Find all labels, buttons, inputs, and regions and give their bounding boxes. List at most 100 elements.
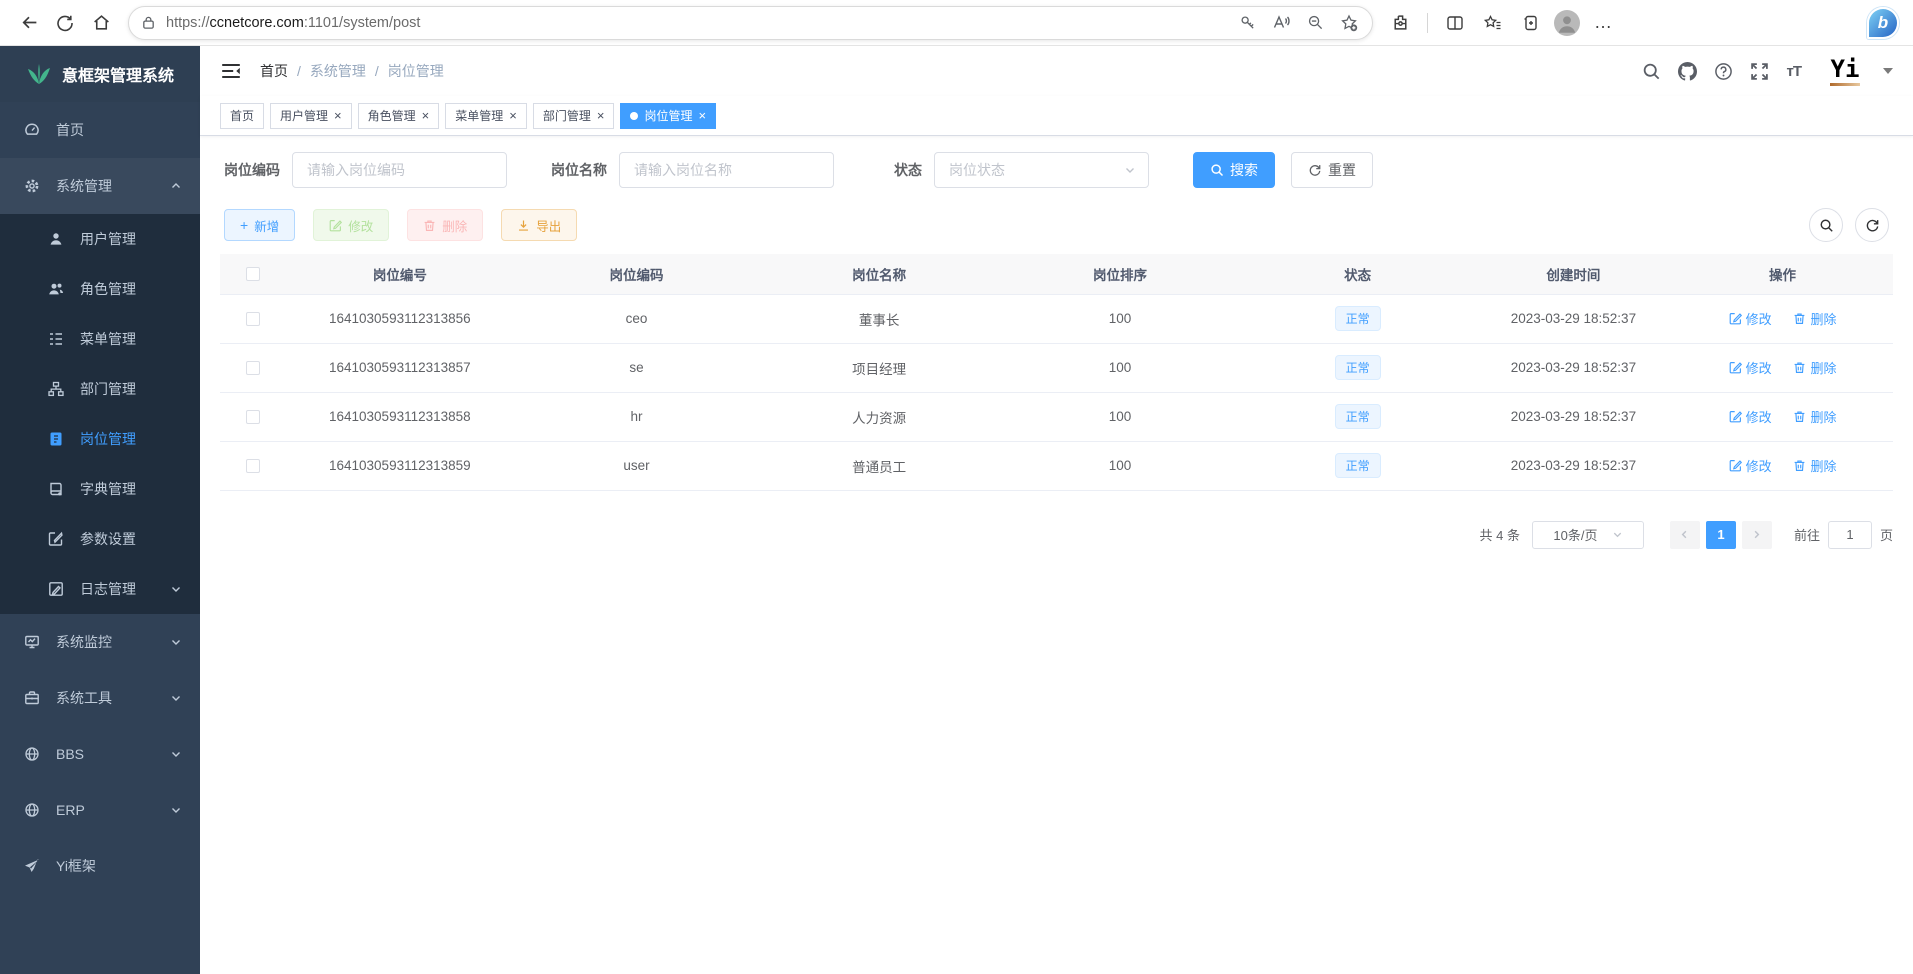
page-number-1[interactable]: 1: [1706, 521, 1736, 549]
add-button[interactable]: + 新增: [224, 209, 295, 241]
tab-role-management[interactable]: 角色管理 ×: [358, 103, 440, 129]
post-code-label: 岗位编码: [224, 160, 280, 180]
sidebar-item-logs[interactable]: 日志管理: [0, 564, 200, 614]
refresh-icon[interactable]: [50, 8, 80, 38]
sidebar-item-monitoring[interactable]: 系统监控: [0, 614, 200, 670]
row-delete-link[interactable]: 删除: [1793, 358, 1836, 377]
tab-close-icon[interactable]: ×: [334, 109, 342, 122]
sidebar-item-roles[interactable]: 角色管理: [0, 264, 200, 314]
sidebar-item-posts[interactable]: 岗位管理: [0, 414, 200, 464]
col-post-id: 岗位编号: [285, 254, 514, 294]
row-edit-link[interactable]: 修改: [1729, 456, 1772, 475]
sidebar-item-tools[interactable]: 系统工具: [0, 670, 200, 726]
sidebar-item-dictionary[interactable]: 字典管理: [0, 464, 200, 514]
tab-close-icon[interactable]: ×: [698, 109, 706, 122]
refresh-table-button[interactable]: [1855, 208, 1889, 242]
row-edit-link[interactable]: 修改: [1729, 407, 1772, 426]
row-delete-link[interactable]: 删除: [1793, 407, 1836, 426]
collections-icon[interactable]: [1516, 8, 1546, 38]
paper-plane-icon: [24, 858, 40, 874]
read-aloud-icon[interactable]: [1266, 8, 1296, 38]
copilot-icon[interactable]: b: [1867, 7, 1899, 39]
password-key-icon[interactable]: [1232, 8, 1262, 38]
search-button[interactable]: 搜索: [1193, 152, 1275, 188]
app-logo[interactable]: 意框架管理系统: [0, 46, 200, 102]
sidebar-item-home[interactable]: 首页: [0, 102, 200, 158]
tab-label: 首页: [230, 107, 254, 124]
tab-close-icon[interactable]: ×: [422, 109, 430, 122]
col-created: 创建时间: [1475, 254, 1672, 294]
table-row: 1641030593112313858 hr 人力资源 100 正常 2023-…: [220, 392, 1893, 441]
row-delete-link[interactable]: 删除: [1793, 309, 1836, 328]
tab-user-management[interactable]: 用户管理 ×: [270, 103, 352, 129]
row-checkbox[interactable]: [246, 312, 260, 326]
profile-avatar[interactable]: [1554, 10, 1580, 36]
home-icon[interactable]: [86, 8, 116, 38]
tab-home[interactable]: 首页: [220, 103, 264, 129]
row-edit-link[interactable]: 修改: [1729, 358, 1772, 377]
back-icon[interactable]: [14, 8, 44, 38]
sidebar-item-system[interactable]: 系统管理: [0, 158, 200, 214]
export-button[interactable]: 导出: [501, 209, 577, 241]
sidebar-item-departments[interactable]: 部门管理: [0, 364, 200, 414]
select-all-checkbox[interactable]: [246, 267, 260, 281]
sidebar-item-parameters[interactable]: 参数设置: [0, 514, 200, 564]
prev-page-button[interactable]: [1670, 521, 1700, 549]
sidebar-collapse-icon[interactable]: [220, 60, 242, 82]
sidebar-item-users[interactable]: 用户管理: [0, 214, 200, 264]
sidebar-item-erp[interactable]: ERP: [0, 782, 200, 838]
tab-post-management[interactable]: 岗位管理 ×: [620, 103, 716, 129]
tab-dept-management[interactable]: 部门管理 ×: [533, 103, 615, 129]
more-menu-icon[interactable]: …: [1588, 8, 1618, 38]
fullscreen-icon[interactable]: [1750, 62, 1769, 81]
sidebar-item-yi-framework[interactable]: Yi框架: [0, 838, 200, 894]
next-page-button[interactable]: [1742, 521, 1772, 549]
edit-icon: [329, 219, 342, 232]
tab-close-icon[interactable]: ×: [509, 109, 517, 122]
row-checkbox[interactable]: [246, 361, 260, 375]
user-avatar[interactable]: Yi: [1826, 52, 1864, 90]
github-icon[interactable]: [1678, 62, 1697, 81]
add-favorite-icon[interactable]: [1334, 8, 1364, 38]
active-tab-dot: [630, 112, 638, 120]
delete-button[interactable]: 删除: [407, 209, 483, 241]
chevron-up-icon: [170, 180, 182, 192]
tab-menu-management[interactable]: 菜单管理 ×: [445, 103, 527, 129]
sidebar-item-bbs[interactable]: BBS: [0, 726, 200, 782]
post-name-input[interactable]: [619, 152, 834, 188]
extensions-icon[interactable]: [1385, 8, 1415, 38]
help-icon[interactable]: [1714, 62, 1733, 81]
post-badge-icon: [48, 431, 64, 447]
plant-logo-icon: [26, 63, 52, 85]
chevron-right-icon: [1751, 529, 1762, 540]
col-post-name: 岗位名称: [759, 254, 1000, 294]
header-search-icon[interactable]: [1642, 62, 1661, 81]
col-actions: 操作: [1672, 254, 1893, 294]
breadcrumb-home[interactable]: 首页: [260, 61, 288, 81]
address-bar[interactable]: https://ccnetcore.com:1101/system/post: [128, 6, 1373, 40]
tab-close-icon[interactable]: ×: [597, 109, 605, 122]
status-select[interactable]: 岗位状态: [934, 152, 1149, 188]
sidebar-item-label: 系统监控: [56, 632, 154, 652]
edit-button[interactable]: 修改: [313, 209, 389, 241]
row-checkbox[interactable]: [246, 410, 260, 424]
row-edit-link[interactable]: 修改: [1729, 309, 1772, 328]
sidebar-item-menus[interactable]: 菜单管理: [0, 314, 200, 364]
zoom-out-icon[interactable]: [1300, 8, 1330, 38]
goto-page-input[interactable]: [1828, 521, 1872, 549]
search-button-label: 搜索: [1230, 160, 1258, 180]
toggle-search-button[interactable]: [1809, 208, 1843, 242]
page-size-select[interactable]: 10条/页: [1532, 521, 1644, 549]
font-size-icon[interactable]: тT: [1786, 63, 1801, 80]
row-checkbox[interactable]: [246, 459, 260, 473]
status-badge: 正常: [1335, 404, 1381, 429]
user-menu-caret-icon[interactable]: [1883, 68, 1893, 74]
cell-post-sort: 100: [1000, 343, 1241, 392]
url-text[interactable]: https://ccnetcore.com:1101/system/post: [166, 15, 420, 31]
lock-icon[interactable]: [141, 15, 156, 30]
favorites-icon[interactable]: [1478, 8, 1508, 38]
reset-button[interactable]: 重置: [1291, 152, 1373, 188]
split-screen-icon[interactable]: [1440, 8, 1470, 38]
row-delete-link[interactable]: 删除: [1793, 456, 1836, 475]
post-code-input[interactable]: [292, 152, 507, 188]
